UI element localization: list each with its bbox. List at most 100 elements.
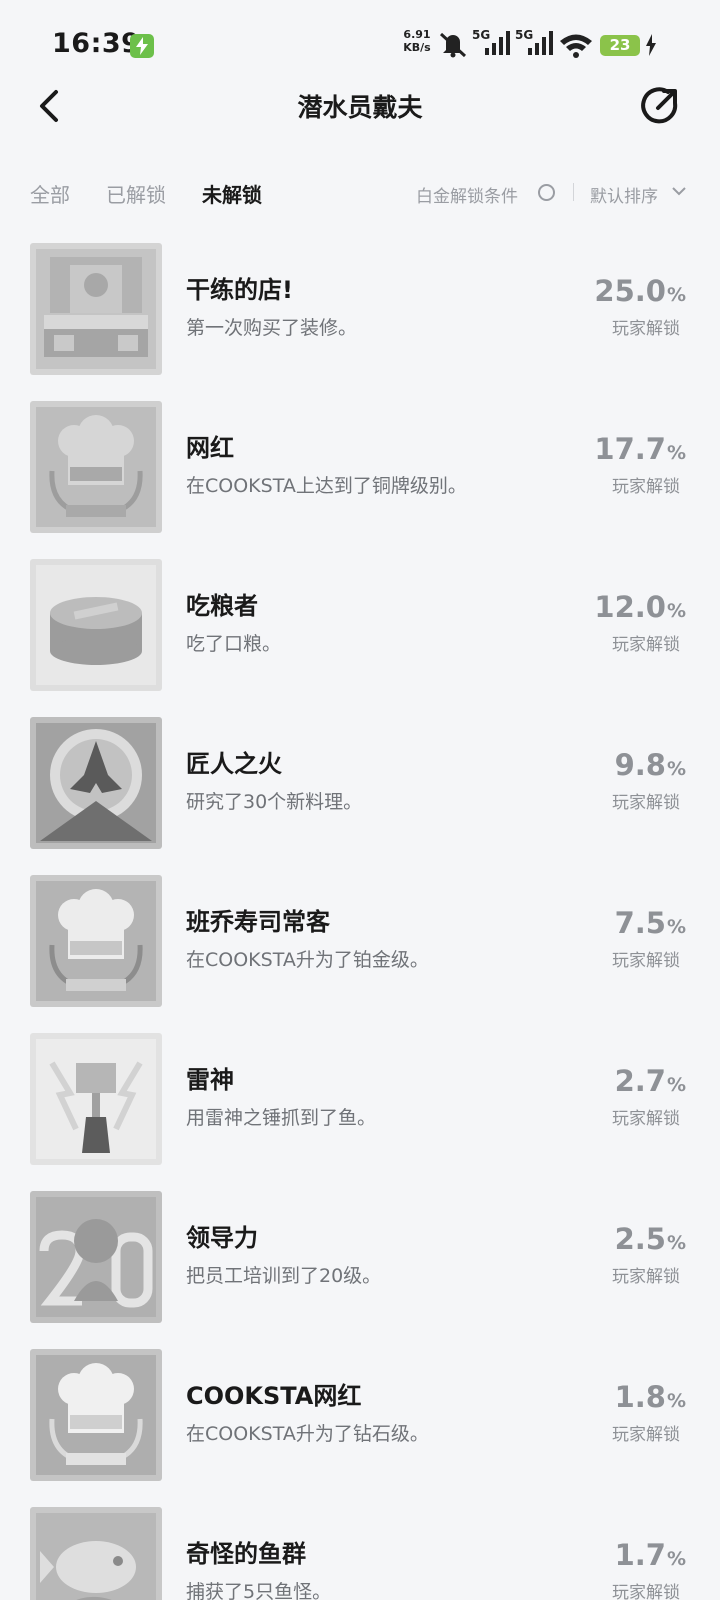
unlock-label: 玩家解锁 (612, 793, 680, 813)
achievement-desc: 把员工培训到了20级。 (186, 1265, 382, 1287)
achievement-item[interactable]: 干练的店! 第一次购买了装修。 25.0% 玩家解锁 (0, 240, 720, 398)
pct-unit: % (666, 1390, 686, 1412)
pct-unit: % (666, 442, 686, 464)
tab-locked[interactable]: 未解锁 (202, 179, 262, 208)
share-button[interactable] (638, 84, 682, 128)
pct-value: 12.0 (594, 590, 666, 624)
pct-value: 1.7 (614, 1538, 666, 1572)
sort-dropdown[interactable]: 默认排序 (590, 182, 658, 207)
achievement-thumbnail (30, 1507, 162, 1600)
platinum-condition-label[interactable]: 白金解锁条件 (416, 182, 518, 207)
pct-unit: % (666, 1232, 686, 1254)
chevron-down-icon[interactable] (672, 186, 686, 196)
net-speed-value: 6.91 (403, 28, 431, 41)
mute-bell-icon (439, 32, 467, 58)
pct-unit: % (666, 758, 686, 780)
top-navigation: 潜水员戴夫 (0, 80, 720, 130)
achievement-item[interactable]: 吃粮者 吃了口粮。 12.0% 玩家解锁 (0, 556, 720, 714)
unlock-percentage: 25.0% (594, 274, 686, 308)
unlock-label: 玩家解锁 (612, 319, 680, 339)
pct-unit: % (666, 1548, 686, 1570)
pct-unit: % (666, 284, 686, 306)
ration-can-icon (30, 559, 162, 691)
achievement-thumbnail (30, 717, 162, 849)
page-title: 潜水员戴夫 (297, 93, 423, 122)
unlock-percentage: 12.0% (594, 590, 686, 624)
achievement-item[interactable]: 雷神 用雷神之锤抓到了鱼。 2.7% 玩家解锁 (0, 1030, 720, 1188)
achievement-thumbnail (30, 1033, 162, 1165)
share-icon (641, 87, 678, 124)
achievement-desc: 吃了口粮。 (186, 633, 282, 655)
achievement-desc: 捕获了5只鱼怪。 (186, 1581, 332, 1600)
achievement-desc: 在COOKSTA升为了钻石级。 (186, 1423, 429, 1445)
status-time: 16:39 (52, 28, 141, 59)
achievement-thumbnail (30, 401, 162, 533)
wifi-icon (560, 34, 592, 58)
achievement-item[interactable]: 奇怪的鱼群 捕获了5只鱼怪。 1.7% 玩家解锁 (0, 1504, 720, 1600)
chef-hat-icon (30, 875, 162, 1007)
pct-unit: % (666, 916, 686, 938)
pct-unit: % (666, 1074, 686, 1096)
achievement-title: 奇怪的鱼群 (186, 1540, 306, 1568)
chef-hat-icon (30, 1349, 162, 1481)
pct-value: 17.7 (594, 432, 666, 466)
signal-icon (485, 31, 510, 55)
achievement-title: 班乔寿司常客 (186, 908, 330, 936)
achievement-desc: 在COOKSTA上达到了铜牌级别。 (186, 475, 467, 497)
achievement-item[interactable]: 领导力 把员工培训到了20级。 2.5% 玩家解锁 (0, 1188, 720, 1346)
achievement-title: 网红 (186, 434, 234, 462)
achievement-title: 匠人之火 (186, 750, 282, 778)
pct-unit: % (666, 600, 686, 622)
unlock-label: 玩家解锁 (612, 951, 680, 971)
pct-value: 2.7 (614, 1064, 666, 1098)
net-speed-unit: KB/s (403, 41, 431, 54)
achievement-desc: 用雷神之锤抓到了鱼。 (186, 1107, 377, 1129)
shop-counter-icon (30, 243, 162, 375)
achievement-item[interactable]: 网红 在COOKSTA上达到了铜牌级别。 17.7% 玩家解锁 (0, 398, 720, 556)
achievement-title: 领导力 (186, 1224, 258, 1252)
achievement-desc: 研究了30个新料理。 (186, 791, 363, 813)
thunder-hammer-icon (30, 1033, 162, 1165)
achievement-thumbnail (30, 559, 162, 691)
status-bar: 16:39 6.91 KB/s 5G 5G 23 (0, 0, 720, 90)
battery-indicator: 23 (600, 35, 640, 56)
unlock-percentage: 1.8% (615, 1380, 686, 1414)
pct-value: 7.5 (614, 906, 666, 940)
strange-fish-icon (30, 1507, 162, 1600)
pct-value: 1.8 (614, 1380, 666, 1414)
pct-value: 2.5 (614, 1222, 666, 1256)
divider (573, 183, 574, 201)
achievement-title: 雷神 (186, 1066, 234, 1094)
achievement-thumbnail (30, 1349, 162, 1481)
achievement-thumbnail (30, 1191, 162, 1323)
leadership-level-icon (30, 1191, 162, 1323)
unlock-label: 玩家解锁 (612, 477, 680, 497)
charging-badge-icon (130, 34, 154, 58)
unlock-label: 玩家解锁 (612, 1267, 680, 1287)
unlock-percentage: 2.5% (615, 1222, 686, 1256)
radio-circle-icon[interactable] (538, 184, 555, 201)
achievement-item[interactable]: 匠人之火 研究了30个新料理。 9.8% 玩家解锁 (0, 714, 720, 872)
filter-bar: 全部 已解锁 未解锁 白金解锁条件 默认排序 (0, 175, 720, 211)
unlock-label: 玩家解锁 (612, 1583, 680, 1600)
achievement-title: COOKSTA网红 (186, 1382, 362, 1410)
achievement-title: 吃粮者 (186, 592, 258, 620)
achievement-thumbnail (30, 875, 162, 1007)
achievement-item[interactable]: COOKSTA网红 在COOKSTA升为了钻石级。 1.8% 玩家解锁 (0, 1346, 720, 1504)
unlock-label: 玩家解锁 (612, 635, 680, 655)
achievement-thumbnail (30, 243, 162, 375)
tab-unlocked[interactable]: 已解锁 (106, 179, 166, 208)
unlock-percentage: 2.7% (615, 1064, 686, 1098)
unlock-percentage: 17.7% (594, 432, 686, 466)
charging-bolt-icon (646, 34, 656, 56)
pct-value: 9.8 (614, 748, 666, 782)
unlock-percentage: 7.5% (615, 906, 686, 940)
achievement-item[interactable]: 班乔寿司常客 在COOKSTA升为了铂金级。 7.5% 玩家解锁 (0, 872, 720, 1030)
tab-all[interactable]: 全部 (30, 179, 70, 208)
signal-icon (528, 31, 553, 55)
achievement-desc: 第一次购买了装修。 (186, 317, 358, 339)
achievement-desc: 在COOKSTA升为了铂金级。 (186, 949, 429, 971)
pct-value: 25.0 (594, 274, 666, 308)
net-speed: 6.91 KB/s (400, 28, 434, 54)
unlock-label: 玩家解锁 (612, 1425, 680, 1445)
